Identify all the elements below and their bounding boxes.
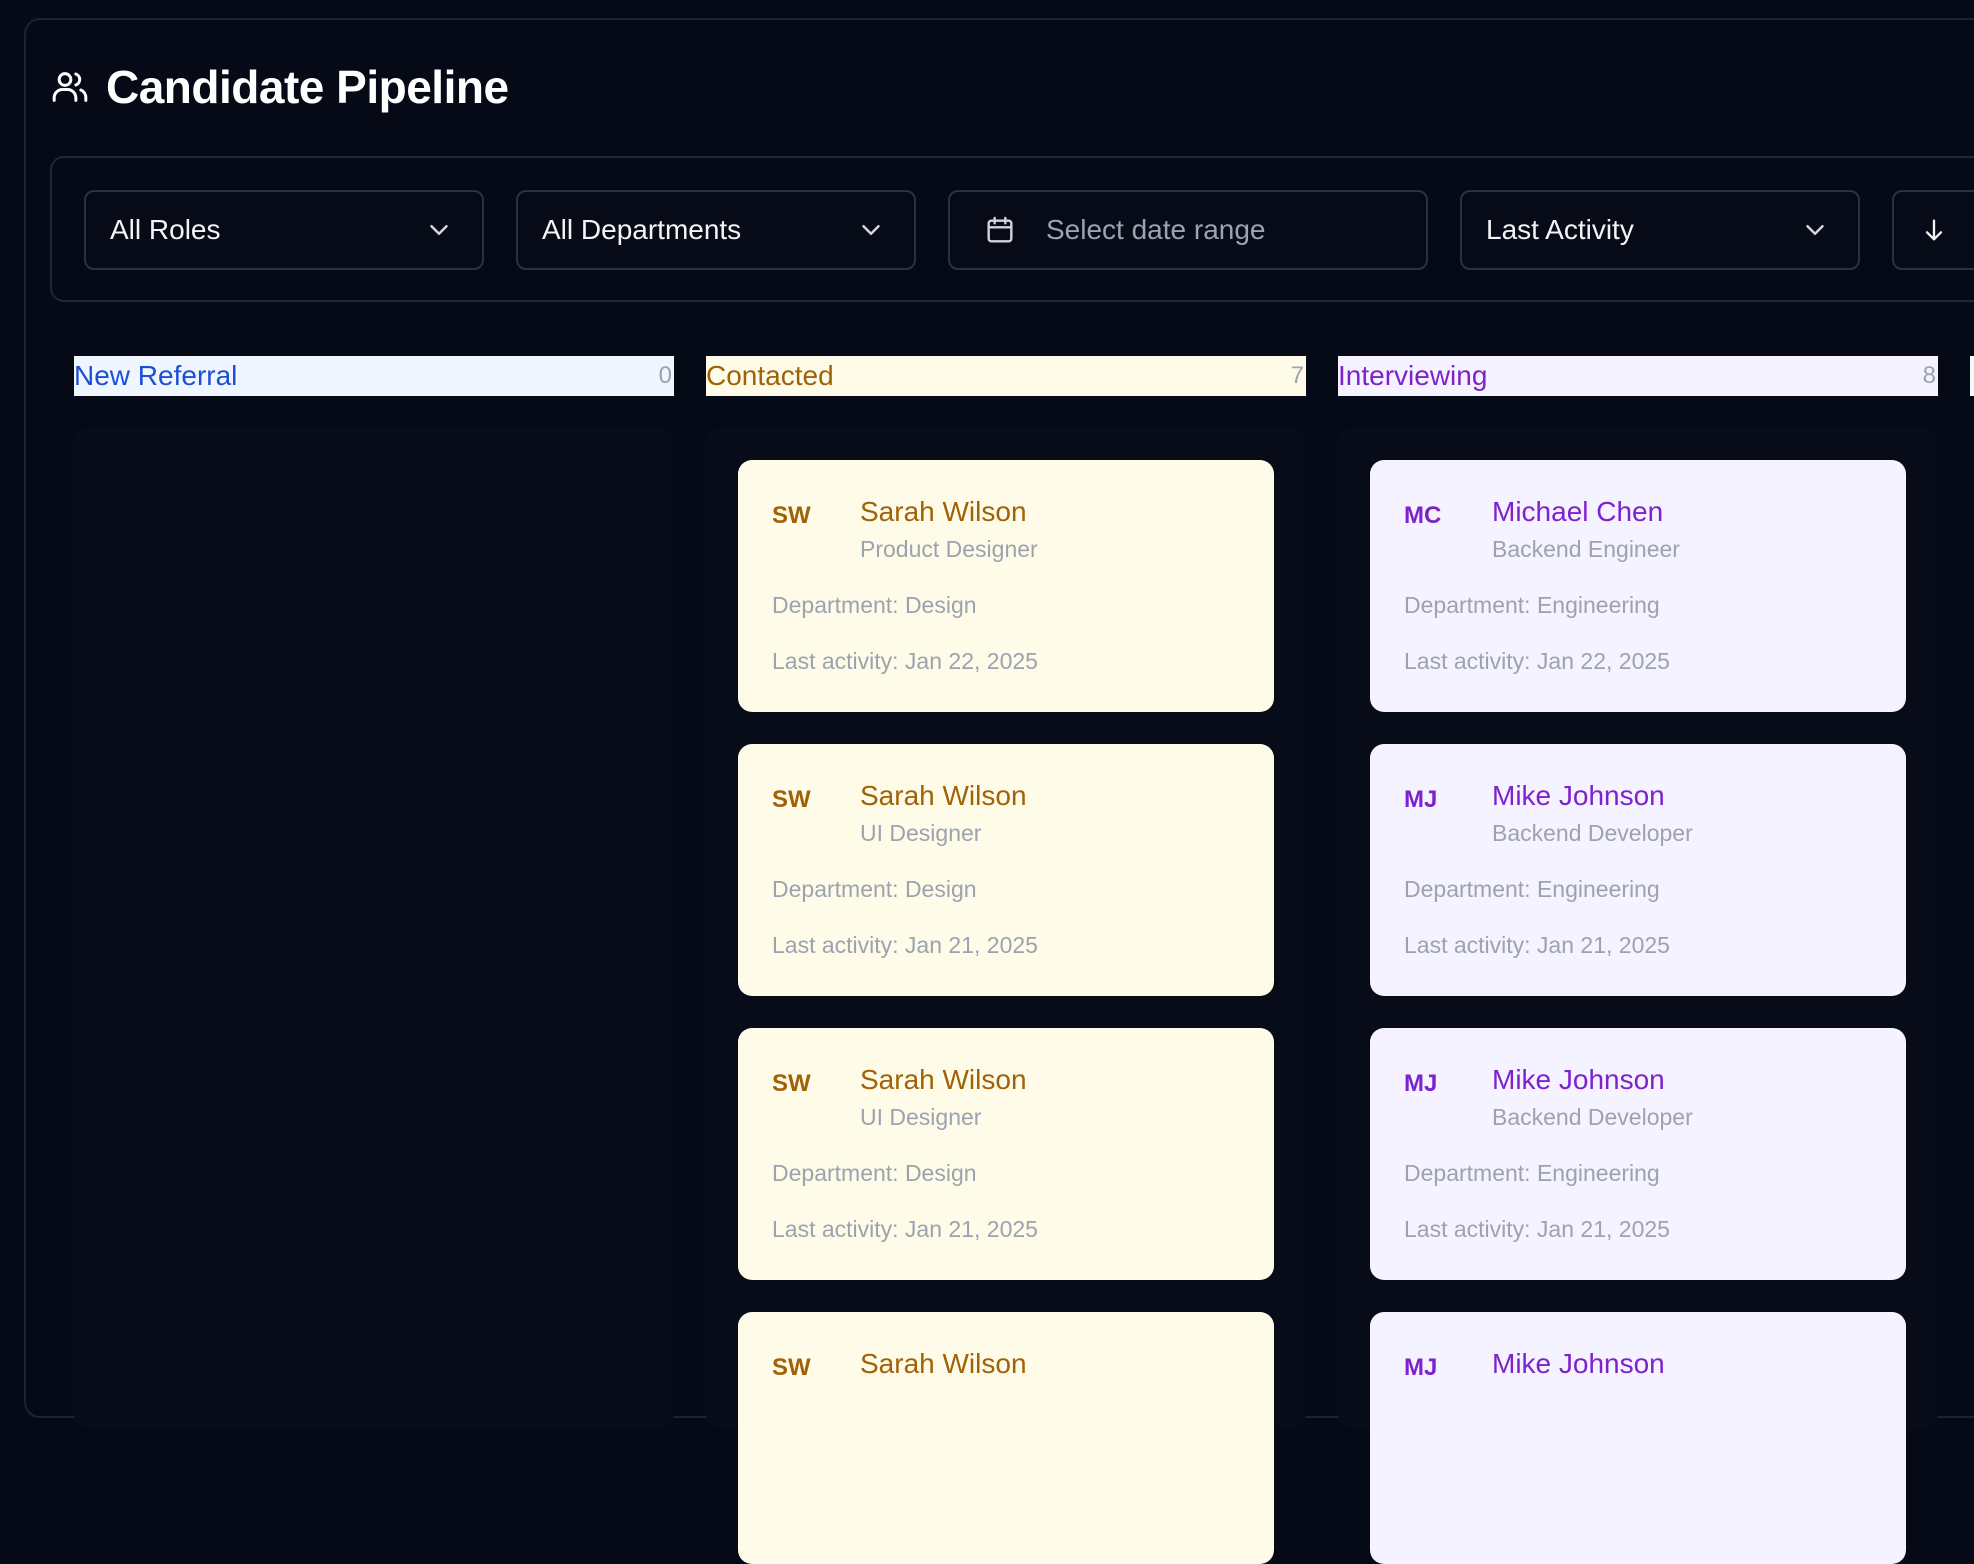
chevron-down-icon xyxy=(430,225,448,235)
column-contacted: SW Sarah Wilson Product Designer Departm… xyxy=(706,428,1306,1564)
users-icon xyxy=(52,72,88,102)
avatar: MJ xyxy=(1404,1070,1438,1097)
avatar: MJ xyxy=(1404,786,1438,813)
column-count: 7 xyxy=(1290,362,1304,389)
candidate-name: Mike Johnson xyxy=(1492,780,1665,811)
candidate-card[interactable]: SW Sarah Wilson Product Designer Departm… xyxy=(738,460,1274,712)
candidate-card[interactable]: MC Michael Chen Backend Engineer Departm… xyxy=(1370,460,1906,712)
candidate-name: Sarah Wilson xyxy=(860,1348,1027,1379)
page-header: Candidate Pipeline xyxy=(50,60,509,114)
departments-select-label: All Departments xyxy=(542,214,742,245)
calendar-icon xyxy=(987,216,1013,243)
candidate-department: Department: Engineering xyxy=(1404,592,1660,618)
candidate-role: Backend Engineer xyxy=(1492,536,1680,562)
date-range-placeholder: Select date range xyxy=(1046,214,1266,245)
avatar: SW xyxy=(772,502,811,529)
candidate-name: Mike Johnson xyxy=(1492,1348,1665,1379)
avatar: SW xyxy=(772,1354,811,1381)
column-title: Interviewing xyxy=(1338,360,1488,391)
candidate-name: Sarah Wilson xyxy=(860,496,1027,527)
departments-select[interactable]: All Departments xyxy=(516,190,916,270)
date-range-picker[interactable]: Select date range xyxy=(948,190,1428,270)
candidate-last-activity: Last activity: Jan 21, 2025 xyxy=(1404,932,1670,958)
column-header-next xyxy=(1970,356,1974,396)
candidate-role: Product Designer xyxy=(860,536,1038,562)
column-interviewing: MC Michael Chen Backend Engineer Departm… xyxy=(1338,428,1938,1564)
page-title: Candidate Pipeline xyxy=(106,61,509,113)
candidate-card[interactable]: MJ Mike Johnson Backend Developer Depart… xyxy=(1370,1028,1906,1280)
avatar: SW xyxy=(772,786,811,813)
candidate-department: Department: Design xyxy=(772,1160,977,1186)
avatar: MC xyxy=(1404,502,1442,529)
column-header-new-referral: New Referral 0 xyxy=(74,356,674,396)
sort-direction-button[interactable] xyxy=(1892,190,1974,270)
column-count: 8 xyxy=(1922,362,1936,389)
chevron-down-icon xyxy=(862,225,880,235)
avatar: SW xyxy=(772,1070,811,1097)
candidate-role: UI Designer xyxy=(860,820,982,846)
candidate-department: Department: Engineering xyxy=(1404,1160,1660,1186)
candidate-last-activity: Last activity: Jan 21, 2025 xyxy=(772,1216,1038,1242)
sort-select-label: Last Activity xyxy=(1486,214,1634,245)
roles-select-label: All Roles xyxy=(110,214,221,245)
candidate-role: Backend Developer xyxy=(1492,820,1693,846)
avatar: MJ xyxy=(1404,1354,1438,1381)
candidate-card[interactable]: SW Sarah Wilson UI Designer Department: … xyxy=(738,744,1274,996)
candidate-department: Department: Design xyxy=(772,876,977,902)
column-title: New Referral xyxy=(74,360,238,391)
candidate-last-activity: Last activity: Jan 22, 2025 xyxy=(1404,648,1670,674)
candidate-department: Department: Design xyxy=(772,592,977,618)
column-count: 0 xyxy=(658,362,672,389)
column-header-interviewing: Interviewing 8 xyxy=(1338,356,1938,396)
candidate-name: Michael Chen xyxy=(1492,496,1664,527)
candidate-last-activity: Last activity: Jan 22, 2025 xyxy=(772,648,1038,674)
arrow-down-icon xyxy=(1925,219,1943,241)
chevron-down-icon xyxy=(1806,225,1824,235)
candidate-card[interactable]: MJ Mike Johnson Backend Developer Depart… xyxy=(1370,744,1906,996)
candidate-name: Sarah Wilson xyxy=(860,780,1027,811)
candidate-last-activity: Last activity: Jan 21, 2025 xyxy=(772,932,1038,958)
column-title: Contacted xyxy=(706,360,834,391)
column-new-referral xyxy=(74,428,674,1428)
candidate-name: Mike Johnson xyxy=(1492,1064,1665,1095)
roles-select[interactable]: All Roles xyxy=(84,190,484,270)
filter-bar: All Roles All Departments Select date ra… xyxy=(50,156,1974,302)
column-header-contacted: Contacted 7 xyxy=(706,356,1306,396)
candidate-role: UI Designer xyxy=(860,1104,982,1130)
sort-select[interactable]: Last Activity xyxy=(1460,190,1860,270)
candidate-role: Backend Developer xyxy=(1492,1104,1693,1130)
candidate-name: Sarah Wilson xyxy=(860,1064,1027,1095)
candidate-last-activity: Last activity: Jan 21, 2025 xyxy=(1404,1216,1670,1242)
candidate-department: Department: Engineering xyxy=(1404,876,1660,902)
candidate-card[interactable]: MJ Mike Johnson xyxy=(1370,1312,1906,1564)
candidate-card[interactable]: SW Sarah Wilson UI Designer Department: … xyxy=(738,1028,1274,1280)
candidate-card[interactable]: SW Sarah Wilson xyxy=(738,1312,1274,1564)
